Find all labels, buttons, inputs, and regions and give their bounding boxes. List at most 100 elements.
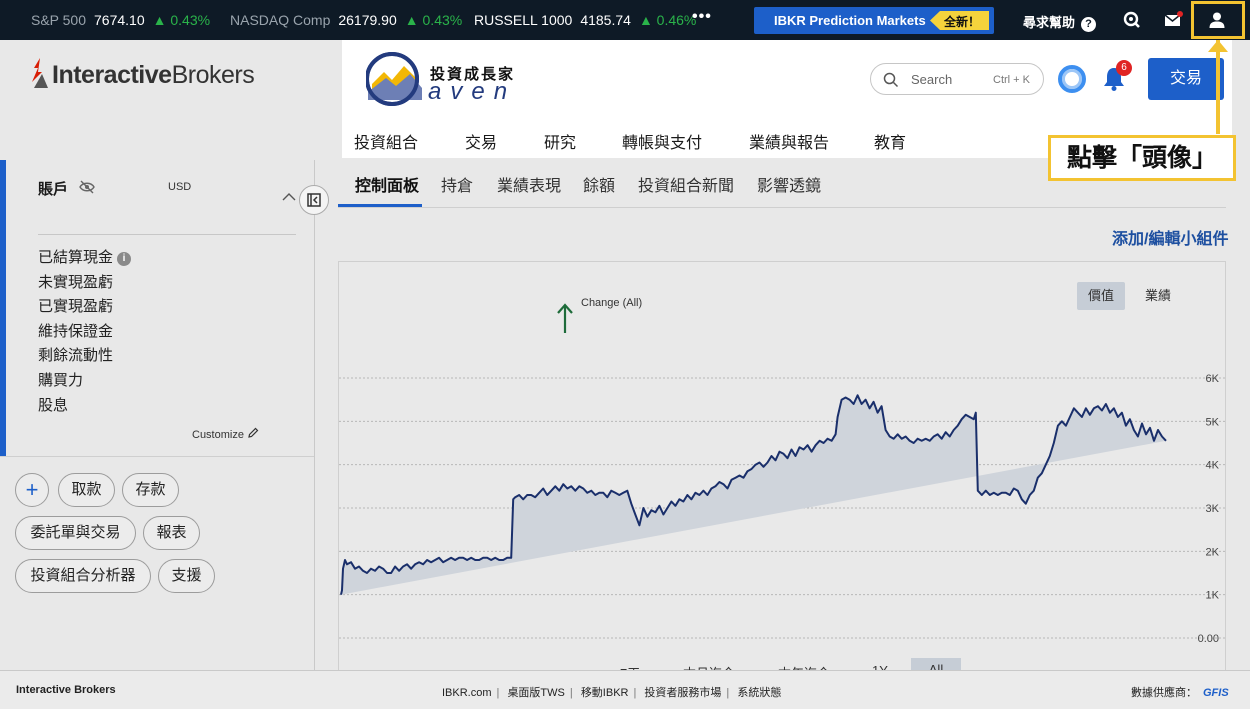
prediction-markets-label: IBKR Prediction Markets bbox=[774, 13, 926, 28]
deposit-button[interactable]: 存款 bbox=[122, 473, 179, 507]
metric-maintenance-margin: 維持保證金 bbox=[38, 323, 114, 340]
ticker-name: RUSSELL 1000 bbox=[474, 12, 573, 28]
trade-button[interactable]: 交易 bbox=[1148, 58, 1224, 100]
footer-link-tws[interactable]: 桌面版TWS bbox=[507, 687, 564, 699]
footer: Interactive Brokers IBKR.com | 桌面版TWS | 移動… bbox=[0, 670, 1250, 709]
footer-separator: | bbox=[726, 687, 730, 699]
metric-realized-pnl: 已實現盈虧 bbox=[38, 298, 114, 315]
chevron-up-icon[interactable] bbox=[282, 192, 296, 202]
footer-links: IBKR.com | 桌面版TWS | 移動IBKR | 投資者服務市場 | 系統狀態 bbox=[442, 684, 786, 700]
notifications-button[interactable]: 6 bbox=[1102, 60, 1132, 97]
ticker-change: ▲ 0.43% bbox=[152, 12, 211, 28]
footer-link-mobile[interactable]: 移動IBKR bbox=[581, 687, 629, 699]
nav-item-trade[interactable]: 交易 bbox=[465, 129, 497, 153]
ibkr-logo-mark-icon bbox=[32, 58, 48, 88]
prediction-markets-button[interactable]: IBKR Prediction Markets 全新！ bbox=[754, 7, 994, 34]
ibkr-logo-regular: Brokers bbox=[171, 61, 255, 89]
ibkr-logo[interactable]: InteractiveBrokers bbox=[30, 58, 255, 90]
portfolio-analyst-button[interactable]: 投資組合分析器 bbox=[15, 559, 151, 593]
nav-item-transfer[interactable]: 轉帳與支付 bbox=[622, 129, 702, 153]
footer-link-system-status[interactable]: 系統狀態 bbox=[737, 687, 781, 699]
callout-arrow-line bbox=[1216, 40, 1220, 134]
ticker-change: ▲ 0.43% bbox=[404, 12, 463, 28]
pencil-icon bbox=[248, 427, 259, 438]
tab-impact-lens[interactable]: 影響透鏡 bbox=[757, 172, 821, 196]
collapse-sidebar-button[interactable] bbox=[299, 185, 329, 215]
chart-change-label: Change (All) bbox=[581, 297, 643, 309]
more-tickers-button[interactable]: ••• bbox=[692, 8, 712, 26]
footer-separator: | bbox=[633, 687, 637, 699]
ticker-item-sp500[interactable]: S&P 500 7674.10 ▲ 0.43% bbox=[31, 12, 210, 28]
portfolio-value-chart: 0.00 1K 2K 3K 4K 5K 6K bbox=[339, 373, 1225, 645]
account-divider bbox=[38, 234, 296, 235]
y-tick-label: 1K bbox=[1206, 590, 1220, 602]
nav-item-education[interactable]: 教育 bbox=[874, 129, 906, 153]
gfis-logo[interactable]: GFIS bbox=[1203, 687, 1229, 699]
callout-arrow-tip bbox=[1208, 40, 1228, 52]
tabs-divider bbox=[338, 207, 1226, 208]
y-tick-label: 2K bbox=[1206, 546, 1220, 558]
chat-search-icon[interactable] bbox=[1122, 10, 1142, 30]
collapse-panel-icon bbox=[307, 193, 321, 207]
metric-label: 已結算現金 bbox=[38, 249, 114, 266]
hide-eye-icon[interactable] bbox=[79, 180, 95, 194]
add-button[interactable]: + bbox=[15, 473, 49, 507]
gaven-logo-icon[interactable] bbox=[366, 52, 426, 106]
ticker-value: 4185.74 bbox=[580, 12, 631, 28]
tab-performance[interactable]: 業績表現 bbox=[497, 172, 561, 196]
add-edit-widgets-link[interactable]: 添加/編輯小組件 bbox=[1112, 225, 1228, 249]
metric-unrealized-pnl: 未實現盈虧 bbox=[38, 274, 114, 291]
nav-item-research[interactable]: 研究 bbox=[544, 129, 576, 153]
y-tick-label: 5K bbox=[1206, 416, 1220, 428]
footer-separator: | bbox=[496, 687, 500, 699]
info-icon[interactable]: i bbox=[117, 252, 132, 266]
up-arrow-icon bbox=[557, 303, 573, 333]
toggle-value[interactable]: 價值 bbox=[1077, 282, 1125, 310]
footer-link-ibkr[interactable]: IBKR.com bbox=[442, 687, 492, 699]
tab-dashboard[interactable]: 控制面板 bbox=[355, 172, 419, 196]
metric-buying-power: 購買力 bbox=[38, 372, 84, 389]
chart-area-fill bbox=[341, 395, 1166, 595]
ticker-name: NASDAQ Comp bbox=[230, 12, 331, 28]
market-ticker-bar: S&P 500 7674.10 ▲ 0.43% NASDAQ Comp 26179.9… bbox=[0, 0, 1250, 40]
notification-count-badge: 6 bbox=[1116, 60, 1132, 76]
help-label: 尋求幫助 bbox=[1023, 15, 1076, 30]
ticker-value: 7674.10 bbox=[94, 12, 145, 28]
nav-item-performance[interactable]: 業績與報告 bbox=[749, 129, 829, 153]
footer-separator: | bbox=[569, 687, 573, 699]
tab-portfolio-news[interactable]: 投資組合新聞 bbox=[638, 172, 734, 196]
sidebar-border bbox=[314, 160, 315, 670]
mail-icon[interactable] bbox=[1163, 10, 1183, 30]
help-button[interactable]: 尋求幫助? bbox=[1023, 12, 1097, 32]
ticker-item-nasdaq[interactable]: NASDAQ Comp 26179.90 ▲ 0.43% bbox=[230, 12, 462, 28]
orders-trades-button[interactable]: 委託單與交易 bbox=[15, 516, 136, 550]
data-provider-label: 數據供應商： bbox=[1131, 687, 1197, 699]
question-icon: ? bbox=[1081, 17, 1097, 32]
ticker-item-russell[interactable]: RUSSELL 1000 4185.74 ▲ 0.46% bbox=[474, 12, 696, 28]
metric-excess-liquidity: 剩餘流動性 bbox=[38, 347, 114, 364]
metric-settled-cash: 已結算現金 i bbox=[38, 246, 132, 267]
customize-button[interactable]: Customize bbox=[192, 427, 259, 441]
currency-selector[interactable]: USD bbox=[168, 181, 191, 193]
withdraw-button[interactable]: 取款 bbox=[58, 473, 115, 507]
metric-dividends: 股息 bbox=[38, 397, 69, 414]
ticker-value: 26179.90 bbox=[338, 12, 397, 28]
avatar-highlight-box bbox=[1191, 1, 1245, 39]
toggle-performance[interactable]: 業績 bbox=[1136, 282, 1180, 310]
portfolio-value-chart-card: 0.00 1K 2K 3K 4K 5K 6K bbox=[338, 261, 1226, 671]
click-avatar-callout: 點擊「頭像」 bbox=[1048, 135, 1236, 181]
tab-balances[interactable]: 餘額 bbox=[583, 172, 615, 196]
ticker-change: ▲ 0.46% bbox=[638, 12, 697, 28]
search-box[interactable]: Search Ctrl + K bbox=[870, 63, 1044, 95]
data-provider: 數據供應商： GFIS bbox=[1131, 684, 1229, 700]
y-tick-label: 4K bbox=[1206, 460, 1220, 472]
ibkr-logo-bold: Interactive bbox=[52, 61, 172, 89]
footer-link-investor-marketplace[interactable]: 投資者服務市場 bbox=[644, 687, 721, 699]
nav-item-portfolio[interactable]: 投資組合 bbox=[354, 129, 418, 153]
assistant-ring-icon[interactable] bbox=[1058, 65, 1086, 93]
tab-positions[interactable]: 持倉 bbox=[441, 172, 473, 196]
support-button[interactable]: 支援 bbox=[158, 559, 215, 593]
account-summary-card: 賬戶 USD 已結算現金 i 未實現盈虧 已實現盈虧 維持保證金 剩餘流動性 購買… bbox=[0, 160, 315, 457]
statements-button[interactable]: 報表 bbox=[143, 516, 200, 550]
new-badge: 全新！ bbox=[930, 11, 989, 30]
